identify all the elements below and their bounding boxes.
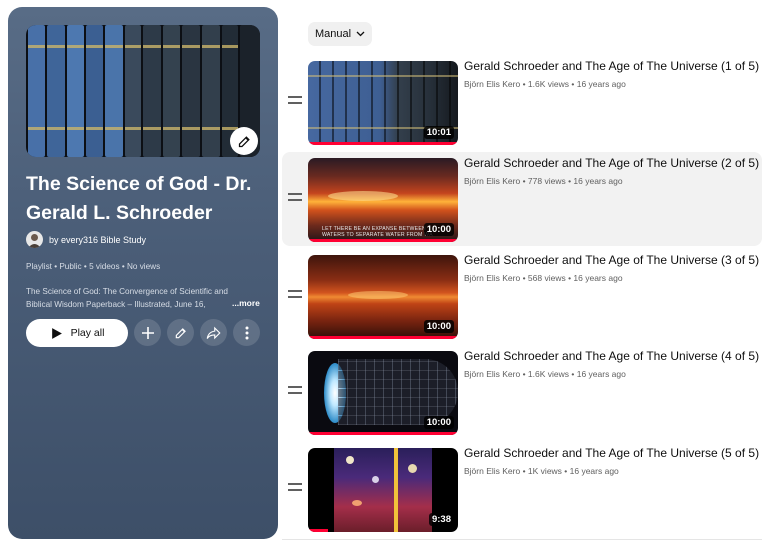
- share-button[interactable]: [200, 319, 227, 346]
- video-title[interactable]: Gerald Schroeder and The Age of The Univ…: [464, 59, 759, 73]
- watch-progress-bar: [308, 142, 458, 145]
- watch-progress-bar: [308, 529, 328, 532]
- video-thumbnail[interactable]: LET THERE BE AN EXPANSE BETWEEN WATERS T…: [308, 158, 458, 242]
- video-thumbnail[interactable]: 10:00: [308, 351, 458, 435]
- playlist-video-item[interactable]: 10:00 Gerald Schroeder and The Age of Th…: [282, 345, 762, 439]
- vertical-dots-icon: [245, 326, 248, 339]
- playlist-video-item[interactable]: 10:00 Gerald Schroeder and The Age of Th…: [282, 249, 762, 343]
- watch-progress-bar: [308, 432, 458, 435]
- playlist-cover-image[interactable]: [26, 25, 260, 157]
- play-all-button[interactable]: Play all: [26, 319, 128, 347]
- video-thumbnail[interactable]: 9:38: [308, 448, 458, 532]
- chevron-down-icon: [356, 31, 365, 37]
- more-actions-button[interactable]: [233, 319, 260, 346]
- video-duration: 10:01: [423, 126, 454, 139]
- edit-playlist-button[interactable]: [167, 319, 194, 346]
- drag-handle-icon[interactable]: [288, 290, 302, 302]
- drag-handle-icon[interactable]: [288, 386, 302, 398]
- playlist-title: The Science of God - Dr. Gerald L. Schro…: [26, 173, 252, 224]
- video-title[interactable]: Gerald Schroeder and The Age of The Univ…: [464, 349, 759, 363]
- playlist-meta: Playlist • Public • 5 videos • No views: [26, 262, 161, 271]
- video-title[interactable]: Gerald Schroeder and The Age of The Univ…: [464, 446, 759, 460]
- video-meta: Björn Elis Kero • 778 views • 16 years a…: [464, 176, 623, 186]
- avatar[interactable]: [26, 231, 43, 248]
- video-meta: Björn Elis Kero • 1K views • 16 years ag…: [464, 466, 619, 476]
- video-duration: 10:00: [423, 416, 454, 429]
- drag-handle-icon[interactable]: [288, 96, 302, 108]
- pencil-icon: [238, 135, 250, 147]
- sort-dropdown[interactable]: Manual: [308, 22, 372, 46]
- playlist-video-item[interactable]: 9:38 Gerald Schroeder and The Age of The…: [282, 442, 762, 536]
- watch-progress-bar: [308, 239, 458, 242]
- video-duration: 9:38: [428, 513, 454, 526]
- video-duration: 10:00: [423, 320, 454, 333]
- plus-icon: [141, 326, 154, 339]
- video-duration: 10:00: [423, 223, 454, 236]
- owner-name[interactable]: by every316 Bible Study: [49, 235, 146, 245]
- drag-handle-icon[interactable]: [288, 483, 302, 495]
- play-icon: [51, 327, 62, 339]
- video-thumbnail[interactable]: 10:00: [308, 255, 458, 339]
- video-title[interactable]: Gerald Schroeder and The Age of The Univ…: [464, 156, 759, 170]
- playlist-video-item[interactable]: 10:01 Gerald Schroeder and The Age of Th…: [282, 55, 762, 149]
- video-meta: Björn Elis Kero • 1.6K views • 16 years …: [464, 79, 626, 89]
- playlist-description: The Science of God: The Convergence of S…: [26, 287, 228, 309]
- list-divider: [282, 539, 762, 540]
- video-thumbnail[interactable]: 10:01: [308, 61, 458, 145]
- drag-handle-icon[interactable]: [288, 193, 302, 205]
- share-icon: [206, 326, 221, 339]
- add-to-playlist-button[interactable]: [134, 319, 161, 346]
- more-link[interactable]: ...more: [232, 298, 260, 308]
- playlist-header-panel: The Science of God - Dr. Gerald L. Schro…: [8, 7, 278, 539]
- sort-label: Manual: [314, 28, 352, 40]
- play-all-label: Play all: [70, 327, 105, 339]
- pencil-icon: [175, 327, 186, 338]
- video-meta: Björn Elis Kero • 1.6K views • 16 years …: [464, 369, 626, 379]
- edit-cover-button[interactable]: [230, 127, 258, 155]
- watch-progress-bar: [308, 336, 458, 339]
- playlist-video-item[interactable]: LET THERE BE AN EXPANSE BETWEEN WATERS T…: [282, 152, 762, 246]
- video-title[interactable]: Gerald Schroeder and The Age of The Univ…: [464, 253, 759, 267]
- playlist-owner[interactable]: by every316 Bible Study: [26, 231, 146, 248]
- video-meta: Björn Elis Kero • 568 views • 16 years a…: [464, 273, 623, 283]
